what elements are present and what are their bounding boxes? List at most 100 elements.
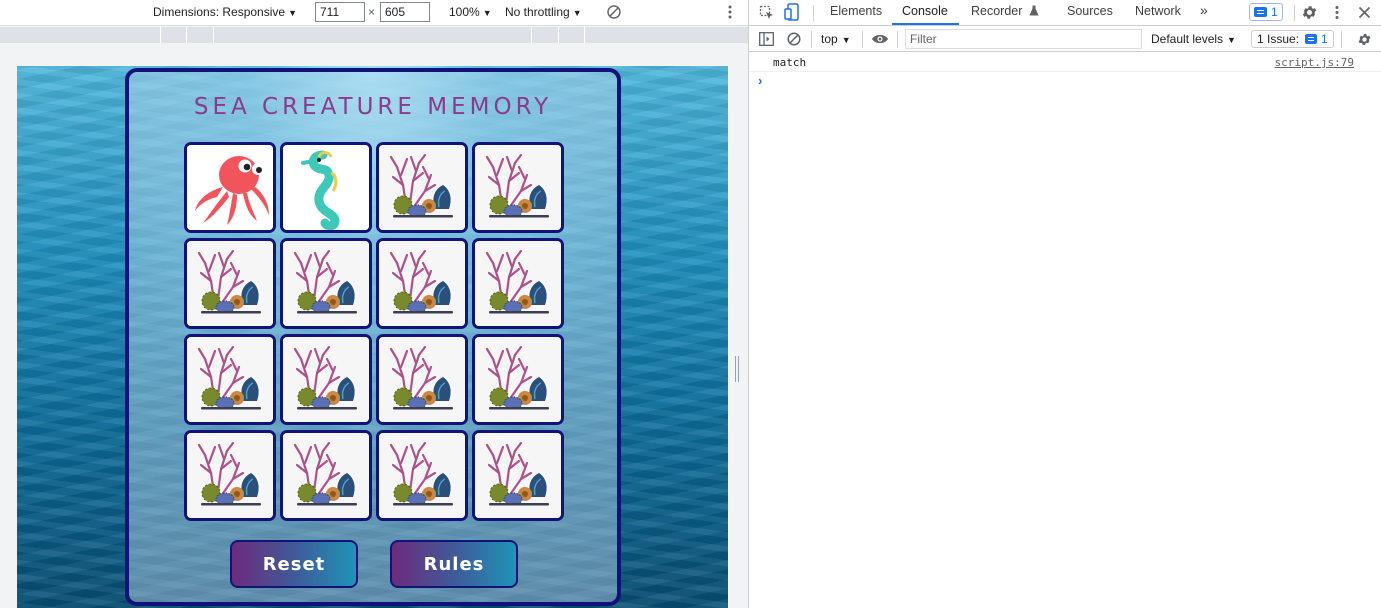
throttling-label: No throttling: [505, 5, 570, 19]
memory-card-coral-back[interactable]: [472, 142, 564, 233]
inspect-element-icon[interactable]: [759, 5, 775, 21]
memory-card-coral-back[interactable]: [472, 238, 564, 329]
close-icon[interactable]: [1358, 6, 1371, 19]
eye-icon[interactable]: [871, 33, 889, 45]
zoom-dropdown[interactable]: 100% ▼: [449, 5, 492, 19]
device-toolbar-icon[interactable]: [784, 3, 800, 22]
tab-recorder-label: Recorder: [971, 4, 1023, 18]
coral-reef-icon: [379, 241, 465, 326]
coral-reef-icon: [475, 145, 561, 230]
memory-card-coral-back[interactable]: [280, 334, 372, 425]
coral-reef-icon: [283, 337, 369, 422]
height-input[interactable]: [380, 2, 430, 22]
tab-console[interactable]: Console: [902, 4, 948, 18]
coral-reef-icon: [379, 145, 465, 230]
game-panel: SEA CREATURE MEMORY Reset Rules: [125, 68, 621, 606]
divider: [862, 31, 863, 48]
coral-reef-icon: [475, 241, 561, 326]
console-prompt[interactable]: ›: [749, 72, 1381, 90]
memory-card-coral-back[interactable]: [472, 430, 564, 521]
tab-sources[interactable]: Sources: [1067, 4, 1113, 18]
memory-card-coral-back[interactable]: [376, 142, 468, 233]
chevron-down-icon: ▼: [572, 8, 582, 18]
chevron-down-icon: ▼: [1227, 35, 1236, 45]
customize-devtools-icon[interactable]: [1331, 4, 1343, 21]
coral-reef-icon: [379, 337, 465, 422]
flask-icon: [1029, 5, 1039, 16]
issues-label: 1 Issue:: [1257, 32, 1300, 46]
ruler-tick: [531, 27, 532, 43]
divider: [813, 5, 814, 21]
throttling-dropdown[interactable]: No throttling ▼: [505, 5, 582, 19]
more-options-icon[interactable]: [724, 3, 736, 21]
memory-card-octopus[interactable]: [184, 142, 276, 233]
coral-reef-icon: [283, 433, 369, 518]
filter-input[interactable]: [905, 29, 1142, 49]
memory-card-coral-back[interactable]: [280, 238, 372, 329]
rules-button[interactable]: Rules: [390, 540, 518, 588]
memory-card-coral-back[interactable]: [472, 334, 564, 425]
zoom-label: 100%: [449, 5, 480, 19]
issues-count: 1: [1321, 32, 1328, 46]
ruler-tick: [558, 27, 559, 43]
issues-button[interactable]: 1 Issue: 1: [1251, 30, 1334, 48]
memory-card-coral-back[interactable]: [184, 430, 276, 521]
memory-card-coral-back[interactable]: [280, 430, 372, 521]
settings-gear-icon[interactable]: [1301, 4, 1318, 21]
log-source-link[interactable]: script.js:79: [1275, 56, 1354, 69]
coral-reef-icon: [379, 433, 465, 518]
memory-card-coral-back[interactable]: [184, 334, 276, 425]
ruler-tick: [160, 27, 161, 43]
context-label: top: [821, 32, 838, 46]
console-log-row: match script.js:79: [749, 53, 1381, 72]
coral-reef-icon: [475, 337, 561, 422]
context-select[interactable]: top ▼: [821, 32, 851, 46]
console-settings-icon[interactable]: [1357, 32, 1372, 47]
memory-card-coral-back[interactable]: [376, 430, 468, 521]
chevron-down-icon: ▼: [288, 8, 297, 18]
messages-count: 1: [1271, 5, 1278, 19]
chevron-down-icon: ▼: [841, 35, 851, 45]
reset-button[interactable]: Reset: [230, 540, 358, 588]
tab-recorder[interactable]: Recorder: [971, 4, 1039, 18]
ruler-tick: [186, 27, 187, 43]
divider: [811, 31, 812, 48]
console-toolbar: top▼ Default levels▼ 1 Issue:1: [749, 27, 1381, 52]
rotate-icon[interactable]: [606, 4, 622, 20]
memory-card-seahorse[interactable]: [280, 142, 372, 233]
coral-reef-icon: [187, 433, 273, 518]
message-icon: [1305, 34, 1318, 44]
media-query-ruler[interactable]: [0, 27, 748, 43]
game-title: SEA CREATURE MEMORY: [193, 94, 553, 120]
coral-reef-icon: [475, 433, 561, 518]
device-emulation-pane: Dimensions: Responsive▼ × 100%▼ No throt…: [0, 0, 748, 608]
active-tab-indicator: [892, 23, 959, 25]
divider: [1294, 5, 1295, 21]
divider: [897, 31, 898, 48]
more-tabs-button[interactable]: »: [1200, 2, 1208, 18]
memory-card-coral-back[interactable]: [376, 334, 468, 425]
sidebar-toggle-icon[interactable]: [759, 32, 774, 46]
chevron-down-icon: ▼: [482, 8, 492, 18]
prompt-caret-icon: ›: [758, 73, 763, 88]
clear-console-icon[interactable]: [787, 32, 801, 46]
tab-elements[interactable]: Elements: [830, 4, 882, 18]
memory-card-coral-back[interactable]: [376, 238, 468, 329]
ruler-tick: [584, 27, 585, 43]
width-input[interactable]: [315, 2, 365, 22]
log-message: match: [773, 56, 807, 69]
dimensions-label: Dimensions: Responsive: [153, 5, 286, 19]
messages-badge[interactable]: 1: [1249, 3, 1283, 21]
tab-network[interactable]: Network: [1135, 4, 1181, 18]
coral-reef-icon: [187, 337, 273, 422]
memory-card-coral-back[interactable]: [184, 238, 276, 329]
devtools-panel: Elements Console Recorder Sources Networ…: [748, 0, 1381, 608]
seahorse-icon: [283, 145, 369, 230]
devtools-tabbar: Elements Console Recorder Sources Networ…: [749, 0, 1381, 26]
resize-handle-icon[interactable]: [734, 356, 740, 382]
device-toolbar: Dimensions: Responsive▼ × 100%▼ No throt…: [0, 0, 748, 26]
levels-label: Default levels: [1151, 32, 1224, 46]
log-levels-dropdown[interactable]: Default levels ▼: [1151, 32, 1236, 46]
times-symbol: ×: [368, 5, 376, 19]
dimensions-dropdown[interactable]: Dimensions: Responsive ▼: [153, 5, 297, 19]
